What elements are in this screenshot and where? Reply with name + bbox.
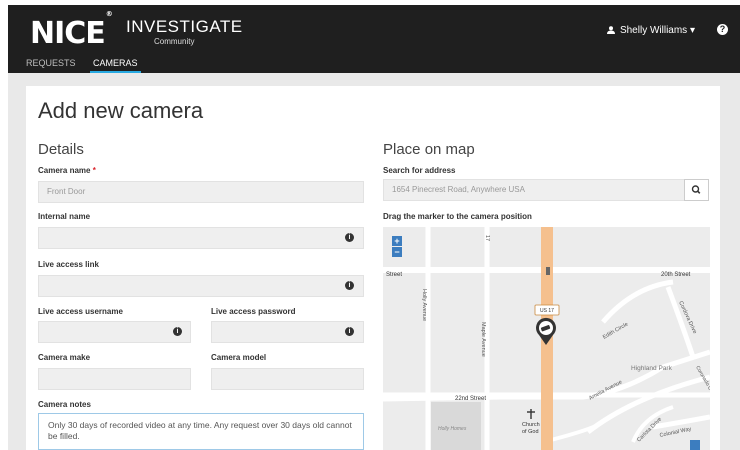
camera-model-label: Camera model [211,353,267,362]
registered-mark: ® [105,10,113,18]
tab-requests[interactable]: REQUESTS [26,58,76,72]
camera-notes-label: Camera notes [38,400,91,409]
map-label-holly-avenue: Holly Avenue [421,289,427,321]
map-label-street: Street [386,272,402,278]
tab-cameras[interactable]: CAMERAS [90,58,141,73]
address-search-button[interactable] [684,179,709,201]
map-label-20th-street: 20th Street [661,272,691,278]
drag-marker-hint: Drag the marker to the camera position [383,212,532,221]
internal-name-label: Internal name [38,212,91,221]
camera-make-input[interactable] [38,368,191,390]
top-navigation-bar: NICE® INVESTIGATE Community REQUESTS CAM… [8,5,740,73]
camera-model-input[interactable] [211,368,364,390]
zoom-in-button[interactable]: + [392,236,402,246]
nice-logo: NICE® [30,10,113,51]
camera-name-label-text: Camera name [38,166,91,175]
info-icon[interactable]: i [345,281,354,290]
map-label-route-17: 17 [484,235,490,241]
camera-make-label: Camera make [38,353,91,362]
camera-notes-textarea[interactable]: Only 30 days of recorded video at any ti… [38,413,364,450]
traffic-light [546,267,550,275]
help-icon[interactable]: ? [717,24,728,35]
map-label-church-line2: of God [522,429,539,435]
map-info-icon[interactable] [690,440,700,450]
user-name: Shelly Williams [619,25,688,36]
required-asterisk: * [92,166,96,175]
map-label-us17: US 17 [540,308,554,314]
live-access-username-label: Live access username [38,307,123,316]
logo-text: NICE [30,16,106,51]
info-icon[interactable]: i [345,327,354,336]
info-icon[interactable]: i [345,233,354,242]
live-access-username-input[interactable] [38,321,191,343]
user-menu[interactable]: Shelly Williams ▾ [607,25,695,36]
map-label-holly-homes: Holly Homes [438,426,467,432]
search-icon [691,185,701,194]
live-access-link-input[interactable] [38,275,364,297]
user-icon [607,26,616,34]
live-access-password-input[interactable] [211,321,364,343]
location-map[interactable]: Street 20th Street Holly Avenue Maple Av… [383,227,710,450]
live-access-password-label: Live access password [211,307,296,316]
brand-name: INVESTIGATE [126,17,243,36]
chevron-down-icon: ▾ [689,25,695,36]
brand-subtitle: Community [154,37,195,46]
map-label-church-line1: Church [522,422,540,428]
page-title: Add new camera [38,98,204,123]
camera-name-input[interactable]: Front Door [38,181,364,203]
details-heading: Details [38,141,84,158]
internal-name-input[interactable] [38,227,364,249]
zoom-out-button[interactable]: − [392,247,402,257]
info-icon[interactable]: i [173,327,182,336]
camera-name-label: Camera name * [38,166,96,175]
search-address-label: Search for address [383,166,456,175]
map-canvas: Street 20th Street Holly Avenue Maple Av… [383,227,710,450]
map-label-highland-park: Highland Park [631,365,673,372]
address-search-input[interactable]: 1654 Pinecrest Road, Anywhere USA [383,179,685,201]
map-label-22nd-street: 22nd Street [455,396,486,402]
place-on-map-heading: Place on map [383,141,475,158]
map-label-maple-avenue: Maple Avenue [480,322,486,357]
live-access-link-label: Live access link [38,260,99,269]
